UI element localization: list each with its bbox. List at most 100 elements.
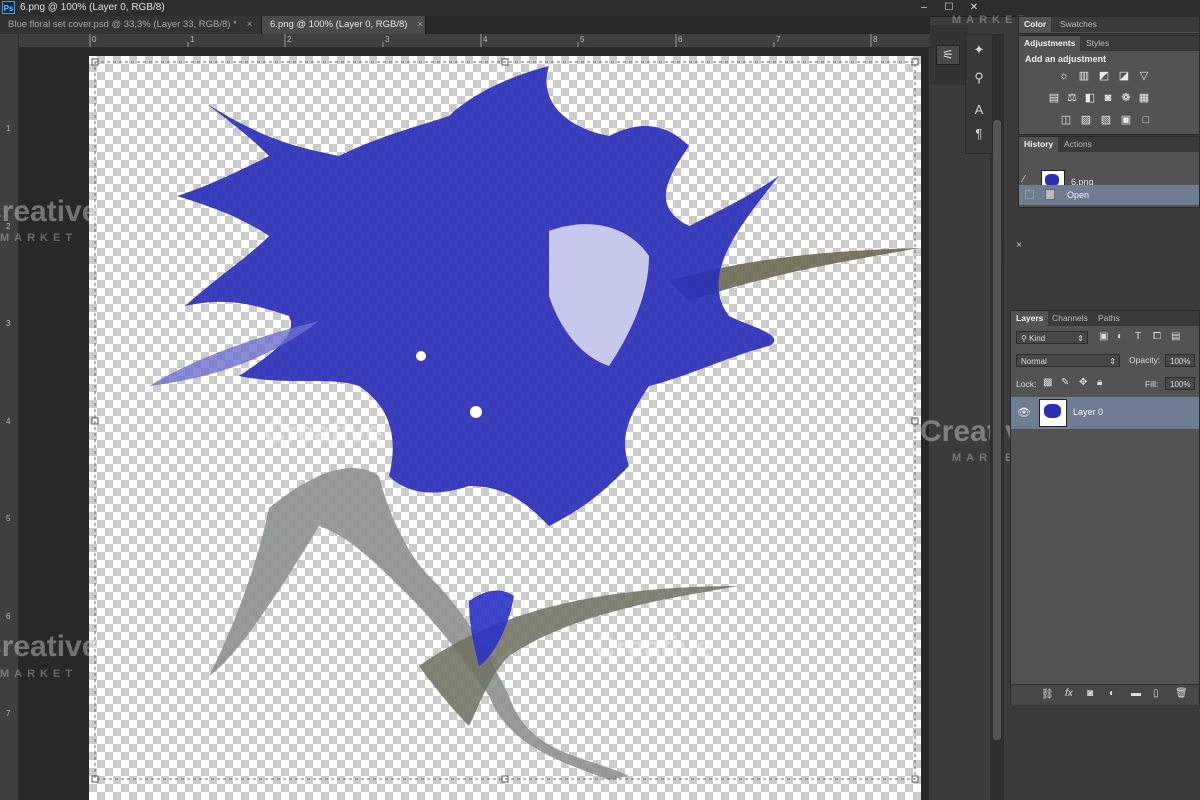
close-window-button[interactable]: ✕ [962, 0, 986, 15]
filter-kind-select[interactable]: ⚲ Kind ⇕ [1016, 331, 1088, 344]
brightness-icon[interactable]: ☼ [1057, 70, 1071, 82]
vertical-ruler: 1 2 3 4 5 6 7 [0, 34, 19, 800]
eye-visibility-icon[interactable]: 👁︎ [1017, 406, 1031, 419]
ruler-number: 2 [287, 35, 292, 44]
history-brush-icon[interactable]: ⁄ [1023, 174, 1025, 185]
tab-blue-floral-set-cover[interactable]: Blue floral set cover.psd @ 33,3% (Layer… [0, 16, 262, 34]
lock-all-icon[interactable]: 🔒︎ [1097, 377, 1102, 388]
watermark: Creative [0, 630, 99, 663]
photo-filter-icon[interactable]: ◙ [1101, 92, 1115, 104]
tab-color[interactable]: Color [1019, 17, 1052, 32]
fx-icon[interactable]: fx [1065, 688, 1073, 699]
link-icon[interactable]: ⛓︎ [1041, 689, 1054, 700]
search-icon: ⚲ [1021, 334, 1030, 343]
ruler-number: 6 [6, 612, 11, 621]
minimize-button[interactable]: – [912, 0, 936, 15]
channel-mixer-icon[interactable]: ❁ [1119, 92, 1133, 104]
tab-close-icon[interactable]: × [247, 19, 253, 30]
mask-icon[interactable]: ◙ [1087, 688, 1093, 699]
selective-color-icon[interactable]: □ [1139, 114, 1153, 126]
tab-close-icon[interactable]: × [417, 19, 423, 30]
adjustment-icon[interactable]: ◐ [1109, 688, 1115, 699]
layer-row[interactable]: 👁︎ Layer 0 [1011, 397, 1199, 429]
black-white-icon[interactable]: ◧ [1083, 92, 1097, 104]
trash-icon[interactable]: 🗑︎ [1175, 688, 1188, 699]
ruler-number: 0 [92, 35, 97, 44]
tab-styles[interactable]: Styles [1081, 36, 1114, 51]
window-title: 6.png @ 100% (Layer 0, RGB/8) [20, 2, 165, 13]
curves-icon[interactable]: ◩ [1097, 70, 1111, 82]
color-balance-icon[interactable]: ⚖ [1065, 92, 1079, 104]
tab-swatches[interactable]: Swatches [1055, 17, 1102, 32]
levels-icon[interactable]: ▥ [1077, 70, 1091, 82]
chevron-down-icon: ⇕ [1109, 357, 1116, 366]
horizontal-ruler: 0 1 2 3 4 5 6 7 8 [18, 34, 930, 48]
folder-icon[interactable]: ▬ [1131, 688, 1141, 699]
layer-thumbnail [1039, 399, 1067, 427]
history-item-label: Open [1067, 190, 1090, 200]
lock-position-icon[interactable]: ✥ [1079, 377, 1087, 388]
vibrance-icon[interactable]: ▽ [1137, 70, 1151, 82]
ruler-number: 5 [580, 35, 585, 44]
posterize-icon[interactable]: ▨ [1079, 114, 1093, 126]
tab-history[interactable]: History [1019, 137, 1059, 152]
tab-6-png[interactable]: 6.png @ 100% (Layer 0, RGB/8) × [262, 16, 426, 34]
gradient-map-icon[interactable]: ▣ [1119, 114, 1133, 126]
maximize-button[interactable]: ☐ [937, 0, 961, 15]
collapsed-panel-strip: ⚟ [930, 25, 968, 85]
document-icon [1045, 189, 1055, 200]
opacity-input[interactable]: 100% [1165, 354, 1195, 367]
threshold-icon[interactable]: ▧ [1099, 114, 1113, 126]
color-panel: Color Swatches [1018, 16, 1200, 34]
chevron-down-icon: ⇕ [1077, 334, 1084, 343]
brush-settings-icon[interactable]: ✦ [968, 41, 990, 59]
properties-icon[interactable]: ⚟ [936, 45, 960, 65]
watermark-sub: MARKET [0, 668, 78, 680]
ruler-number: 6 [678, 35, 683, 44]
blend-mode-select[interactable]: Normal ⇕ [1016, 354, 1120, 367]
document-canvas[interactable]: Creative Creative [89, 56, 921, 800]
adjustment-filter-icon[interactable]: ◐ [1117, 331, 1123, 342]
lock-pixels-icon[interactable]: ✎ [1061, 377, 1069, 388]
clone-source-icon[interactable]: ⚲ [968, 69, 990, 87]
ruler-number: 3 [6, 319, 11, 328]
tab-paths[interactable]: Paths [1093, 311, 1125, 326]
ruler-number: 1 [190, 35, 195, 44]
ruler-number: 8 [873, 35, 878, 44]
tab-layers[interactable]: Layers [1011, 311, 1049, 326]
ruler-number: 5 [6, 514, 11, 523]
invert-icon[interactable]: ◫ [1059, 114, 1073, 126]
new-layer-icon[interactable]: ▯ [1153, 688, 1159, 699]
watermark: Creative [264, 416, 383, 449]
layers-panel: Layers Channels Paths ⚲ Kind ⇕ ▣ ◐ T ⧠ ▤ … [1010, 310, 1200, 705]
ruler-number: 1 [6, 124, 11, 133]
paragraph-icon[interactable]: ¶ [968, 125, 990, 143]
ruler-number: 4 [6, 417, 11, 426]
tab-channels[interactable]: Channels [1047, 311, 1093, 326]
smart-object-filter-icon[interactable]: ▤ [1171, 331, 1180, 342]
ruler-number: 3 [385, 35, 390, 44]
tab-label: Blue floral set cover.psd @ 33,3% (Layer… [8, 19, 237, 30]
character-icon[interactable]: A [968, 101, 990, 119]
tab-adjustments[interactable]: Adjustments [1019, 36, 1081, 51]
history-item[interactable]: Open [1019, 185, 1199, 205]
history-source-checkbox[interactable] [1025, 190, 1034, 199]
type-filter-icon[interactable]: T [1135, 331, 1141, 342]
hue-saturation-icon[interactable]: ▤ [1047, 92, 1061, 104]
shape-filter-icon[interactable]: ⧠ [1153, 331, 1161, 342]
lock-transparent-icon[interactable]: ▩ [1043, 377, 1052, 388]
fill-input[interactable]: 100% [1165, 377, 1195, 390]
scrollbar-thumb[interactable] [993, 120, 1001, 740]
watermark: Creative [0, 195, 99, 228]
color-lookup-icon[interactable]: ▦ [1137, 92, 1151, 104]
tool-panel-strip: ✦ ⚲ A ¶ [965, 34, 993, 154]
pixel-filter-icon[interactable]: ▣ [1099, 331, 1108, 342]
fill-label: Fill: [1145, 379, 1159, 389]
panel-close-icon[interactable]: × [1005, 240, 1033, 258]
ruler-number: 7 [776, 35, 781, 44]
history-snapshot[interactable]: ⁄ 6.png [1019, 152, 1199, 194]
exposure-icon[interactable]: ◪ [1117, 70, 1131, 82]
watercolor-artwork [91, 58, 919, 783]
tab-actions[interactable]: Actions [1059, 137, 1097, 152]
layer-name[interactable]: Layer 0 [1073, 407, 1103, 417]
